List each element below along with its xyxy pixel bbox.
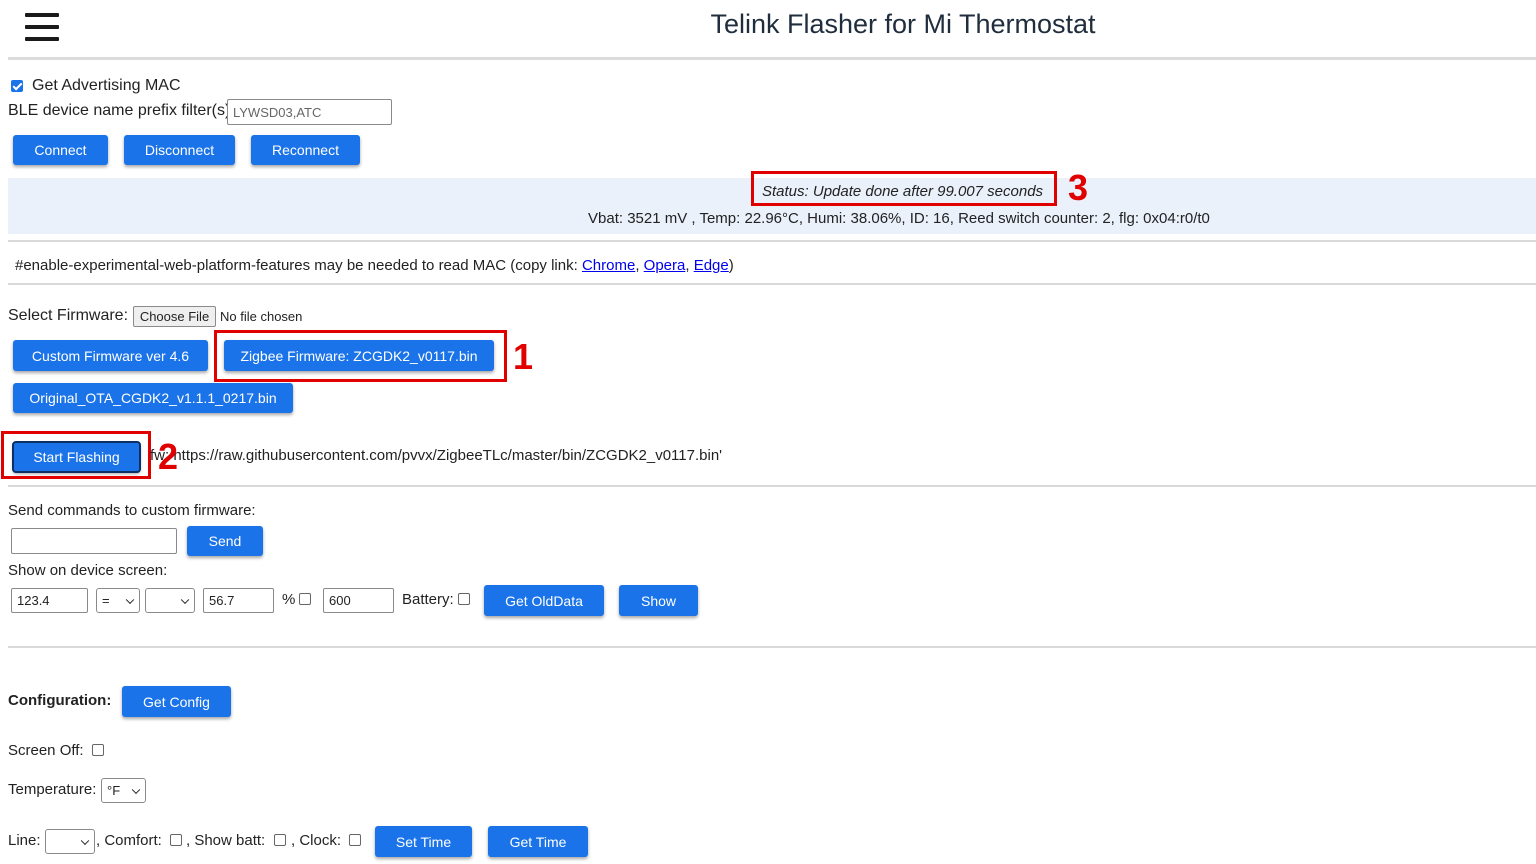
send-button[interactable]: Send bbox=[187, 526, 263, 556]
divider bbox=[8, 485, 1536, 487]
operator-value: = bbox=[102, 593, 110, 608]
send-commands-label: Send commands to custom firmware: bbox=[8, 502, 256, 519]
divider bbox=[8, 283, 1536, 285]
get-time-button[interactable]: Get Time bbox=[488, 826, 588, 857]
comfort-label: , Comfort: bbox=[96, 832, 162, 849]
divider bbox=[8, 240, 1536, 242]
screen-value-3: 600 bbox=[329, 593, 351, 608]
set-time-button[interactable]: Set Time bbox=[375, 826, 472, 857]
annotation-number-2: 2 bbox=[158, 436, 179, 477]
get-old-data-button[interactable]: Get OldData bbox=[484, 585, 604, 616]
configuration-label: Configuration: bbox=[8, 692, 112, 709]
temperature-label: Temperature: bbox=[8, 781, 97, 798]
show-button[interactable]: Show bbox=[619, 585, 698, 616]
command-input[interactable] bbox=[11, 528, 177, 554]
page-title: Telink Flasher for Mi Thermostat bbox=[710, 9, 1096, 39]
disconnect-button[interactable]: Disconnect bbox=[124, 135, 235, 165]
chevron-down-icon bbox=[131, 785, 141, 794]
battery-label: Battery: bbox=[402, 591, 454, 608]
connect-button[interactable]: Connect bbox=[13, 135, 108, 165]
percent-label: % bbox=[282, 591, 296, 608]
clock-label: , Clock: bbox=[291, 832, 342, 849]
annotation-box-2 bbox=[1, 431, 151, 479]
edge-link[interactable]: Edge bbox=[694, 257, 729, 274]
notice-separator: , bbox=[685, 257, 694, 274]
choose-file-button[interactable]: Choose File bbox=[133, 306, 216, 327]
screen-off-checkbox[interactable] bbox=[92, 744, 104, 756]
chevron-down-icon bbox=[80, 836, 90, 845]
prefix-filter-input[interactable]: LYWSD03,ATC bbox=[227, 99, 392, 125]
screen-value-2-input[interactable]: 56.7 bbox=[203, 588, 274, 613]
chevron-down-icon bbox=[125, 595, 135, 604]
screen-value-1-input[interactable]: 123.4 bbox=[11, 588, 88, 613]
experimental-notice: #enable-experimental-web-platform-featur… bbox=[15, 257, 734, 274]
line-select[interactable] bbox=[45, 829, 95, 854]
screen-value-3-input[interactable]: 600 bbox=[323, 588, 394, 613]
hamburger-menu-icon[interactable] bbox=[25, 13, 59, 41]
temperature-unit-select[interactable]: °F bbox=[101, 778, 146, 803]
notice-separator: , bbox=[635, 257, 644, 274]
divider bbox=[8, 646, 1536, 648]
opera-link[interactable]: Opera bbox=[644, 257, 686, 274]
screen-off-label: Screen Off: bbox=[8, 742, 84, 759]
original-firmware-button[interactable]: Original_OTA_CGDK2_v1.1.1_0217.bin bbox=[13, 383, 293, 413]
show-on-screen-label: Show on device screen: bbox=[8, 562, 168, 579]
header-divider bbox=[8, 57, 1536, 60]
symbol-select[interactable] bbox=[145, 588, 195, 613]
select-firmware-label: Select Firmware: bbox=[8, 307, 129, 324]
chrome-link[interactable]: Chrome bbox=[582, 257, 635, 274]
no-file-text: No file chosen bbox=[220, 309, 303, 324]
show-batt-label: , Show batt: bbox=[186, 832, 266, 849]
percent-checkbox[interactable] bbox=[299, 593, 311, 605]
prefix-filter-value: LYWSD03,ATC bbox=[233, 104, 322, 120]
comfort-checkbox[interactable] bbox=[170, 834, 182, 846]
clock-checkbox[interactable] bbox=[349, 834, 361, 846]
firmware-url: fw: https://raw.githubusercontent.com/pv… bbox=[150, 447, 723, 464]
annotation-box-3 bbox=[751, 171, 1057, 206]
screen-value-2: 56.7 bbox=[209, 593, 235, 608]
operator-select[interactable]: = bbox=[96, 588, 140, 613]
temperature-unit-value: °F bbox=[107, 783, 121, 798]
get-config-button[interactable]: Get Config bbox=[122, 686, 231, 717]
annotation-box-1 bbox=[214, 330, 507, 382]
chevron-down-icon bbox=[180, 595, 190, 604]
notice-text: #enable-experimental-web-platform-featur… bbox=[15, 257, 582, 274]
reconnect-button[interactable]: Reconnect bbox=[251, 135, 360, 165]
show-batt-checkbox[interactable] bbox=[274, 834, 286, 846]
notice-close: ) bbox=[728, 257, 734, 274]
annotation-number-3: 3 bbox=[1068, 167, 1089, 208]
adv-mac-label: Get Advertising MAC bbox=[32, 77, 181, 94]
annotation-number-1: 1 bbox=[513, 336, 534, 377]
prefix-filter-label: BLE device name prefix filter(s) bbox=[8, 102, 231, 119]
sensor-readings: Vbat: 3521 mV , Temp: 22.96°C, Humi: 38.… bbox=[588, 210, 1210, 227]
screen-value-1: 123.4 bbox=[17, 593, 50, 608]
line-label: Line: bbox=[8, 832, 41, 849]
custom-firmware-button[interactable]: Custom Firmware ver 4.6 bbox=[13, 340, 208, 371]
battery-checkbox[interactable] bbox=[458, 593, 470, 605]
adv-mac-checkbox[interactable] bbox=[11, 80, 23, 92]
